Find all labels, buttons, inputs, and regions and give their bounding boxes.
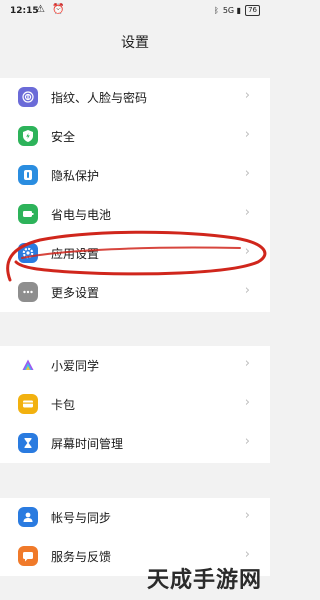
battery-indicator: 76 [245,5,260,16]
settings-item-label: 更多设置 [51,286,100,300]
privacy-icon [18,165,38,185]
fingerprint-icon [18,87,38,107]
hourglass-icon [18,433,38,453]
settings-item-label: 帐号与同步 [51,511,112,525]
notification-icons: ⚠ ⏰ [36,4,67,15]
settings-item-app-settings[interactable]: 应用设置 › [0,234,270,273]
bluetooth-icon: ᛒ [214,6,219,15]
settings-group-1: 指纹、人脸与密码 › 安全 › 隐私保护 › 省电与电池 › 应用设置 › 更多… [0,78,270,312]
chevron-right-icon: › [244,434,250,449]
settings-item-label: 省电与电池 [51,208,112,222]
settings-item-label: 服务与反馈 [51,550,112,564]
account-icon [18,507,38,527]
status-time: 12:15 [10,6,39,16]
chevron-right-icon: › [244,205,250,220]
settings-group-2: 小爱同学 › 卡包 › 屏幕时间管理 › [0,346,270,463]
more-icon [18,282,38,302]
wallet-icon [18,394,38,414]
settings-item-label: 屏幕时间管理 [51,437,124,451]
settings-item-battery[interactable]: 省电与电池 › [0,195,270,234]
status-bar: 12:15 ⚠ ⏰ ᛒ 5G ▮ 76 [0,0,270,26]
chevron-right-icon: › [244,127,250,142]
battery-icon [18,204,38,224]
settings-item-screen-time[interactable]: 屏幕时间管理 › [0,424,270,463]
settings-item-label: 卡包 [51,398,76,412]
page-title: 设置 [121,35,149,51]
chevron-right-icon: › [244,395,250,410]
watermark-text: 天成手游网 [146,568,262,593]
chevron-right-icon: › [244,166,250,181]
chevron-right-icon: › [244,508,250,523]
settings-item-label: 指纹、人脸与密码 [51,91,148,105]
settings-item-label: 应用设置 [51,247,100,261]
settings-item-label: 安全 [51,130,76,144]
settings-item-privacy[interactable]: 隐私保护 › [0,156,270,195]
feedback-icon [18,546,38,566]
settings-item-security[interactable]: 安全 › [0,117,270,156]
settings-item-label: 隐私保护 [51,169,100,183]
settings-item-xiaoai[interactable]: 小爱同学 › [0,346,270,385]
xiaoai-icon [18,355,38,375]
signal-icon: 5G ▮ [222,6,242,15]
settings-item-label: 小爱同学 [51,359,100,373]
settings-item-more-settings[interactable]: 更多设置 › [0,273,270,312]
shield-bolt-icon [18,126,38,146]
settings-item-fingerprint-face-password[interactable]: 指纹、人脸与密码 › [0,78,270,117]
gear-icon [18,243,38,263]
chevron-right-icon: › [244,283,250,298]
settings-item-card-wallet[interactable]: 卡包 › [0,385,270,424]
chevron-right-icon: › [244,88,250,103]
settings-item-account-sync[interactable]: 帐号与同步 › [0,498,270,537]
chevron-right-icon: › [244,244,250,259]
chevron-right-icon: › [244,356,250,371]
chevron-right-icon: › [244,547,250,562]
status-right: ᛒ 5G ▮ 76 [214,5,260,16]
